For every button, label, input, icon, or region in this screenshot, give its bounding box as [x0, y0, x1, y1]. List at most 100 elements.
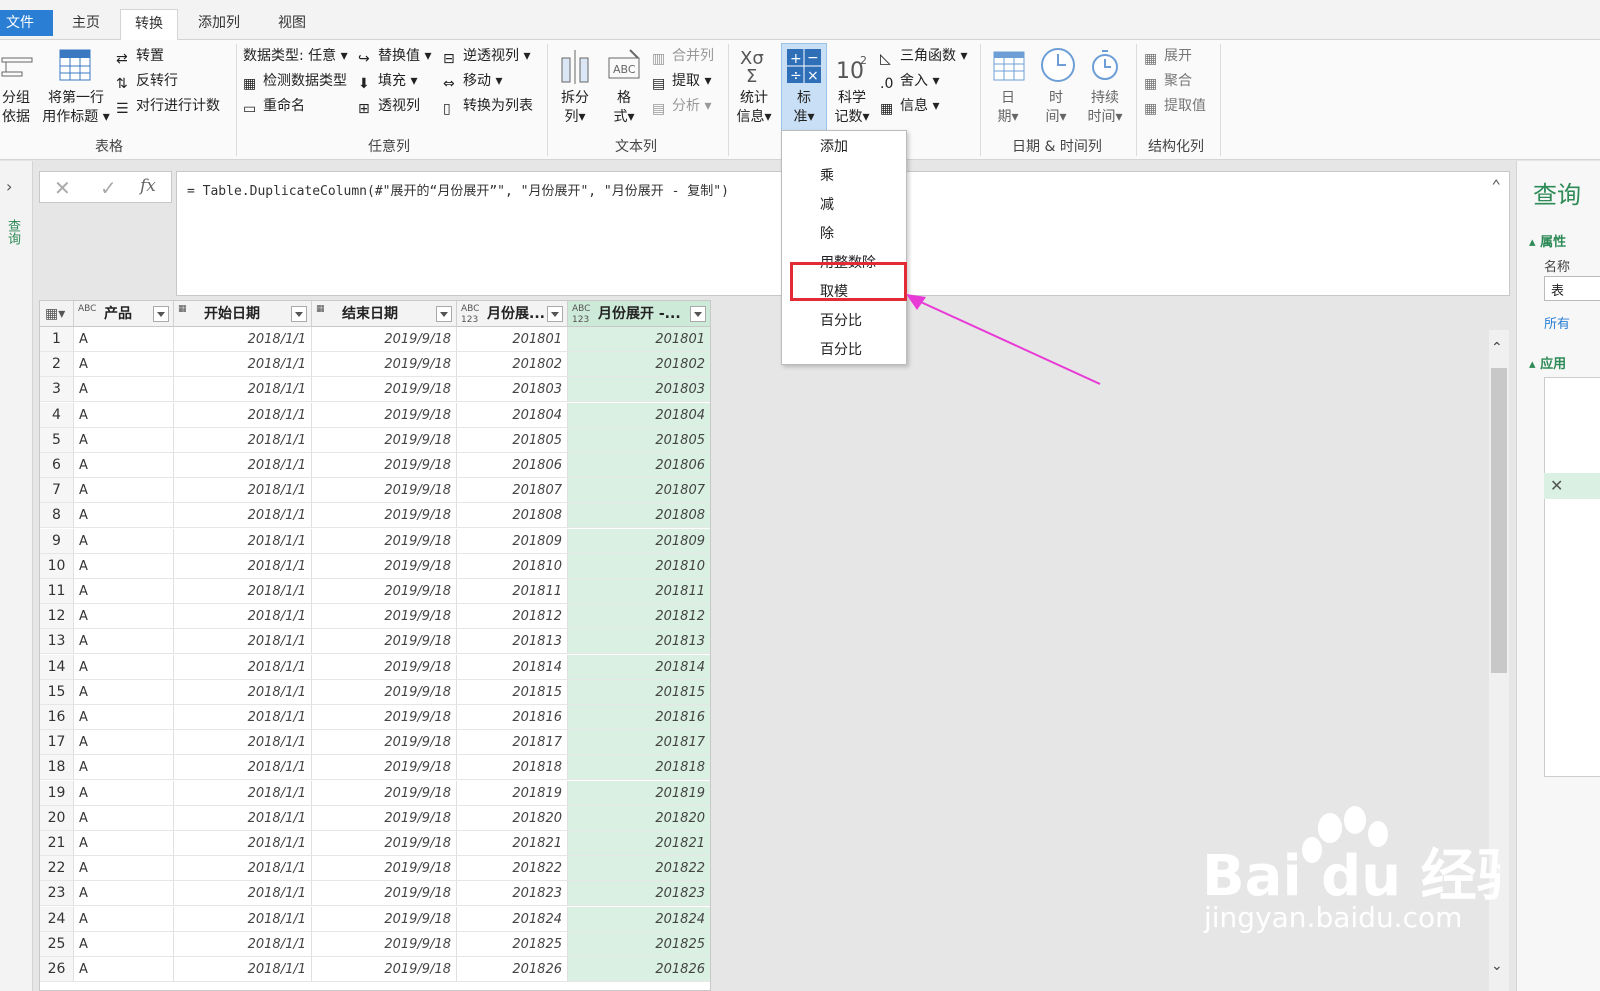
table-cell[interactable]: 201818: [457, 755, 568, 781]
table-cell[interactable]: 2018/1/1: [174, 931, 312, 957]
row-number[interactable]: 18: [40, 755, 74, 781]
table-cell[interactable]: 201811: [568, 579, 710, 604]
table-cell[interactable]: 2018/1/1: [174, 805, 312, 831]
queries-pane-label[interactable]: 查询: [3, 219, 22, 245]
row-number[interactable]: 15: [40, 679, 74, 705]
table-cell[interactable]: 201819: [457, 780, 568, 806]
fill-button[interactable]: ⬇ 填充 ▾: [358, 70, 417, 92]
table-cell[interactable]: A: [74, 579, 174, 604]
table-cell[interactable]: 201809: [568, 528, 710, 554]
table-cell[interactable]: 2018/1/1: [174, 503, 312, 529]
table-cell[interactable]: 201810: [568, 553, 710, 579]
table-cell[interactable]: 2018/1/1: [174, 654, 312, 680]
table-cell[interactable]: 2018/1/1: [174, 856, 312, 882]
table-cell[interactable]: 2019/9/18: [312, 831, 457, 856]
table-cell[interactable]: 2018/1/1: [174, 755, 312, 781]
rename-button[interactable]: ▭ 重命名: [243, 95, 305, 117]
table-cell[interactable]: A: [74, 528, 174, 554]
statistics-button[interactable]: 统计 信息▾: [734, 89, 774, 127]
table-cell[interactable]: 2018/1/1: [174, 427, 312, 453]
information-button[interactable]: ▦ 信息 ▾: [880, 95, 939, 117]
table-cell[interactable]: A: [74, 553, 174, 579]
menu-item[interactable]: 减: [782, 191, 906, 220]
tab-transform[interactable]: 转换: [120, 9, 178, 41]
table-cell[interactable]: 201803: [568, 377, 710, 403]
all-properties-link[interactable]: 所有: [1544, 313, 1570, 332]
to-list-button[interactable]: ▯ 转换为列表: [443, 95, 533, 117]
data-type-dropdown[interactable]: 数据类型: 任意 ▾: [243, 45, 348, 67]
table-cell[interactable]: 2018/1/1: [174, 629, 312, 655]
menu-item[interactable]: 添加: [782, 133, 906, 162]
table-cell[interactable]: 2019/9/18: [312, 705, 457, 730]
table-cell[interactable]: A: [74, 831, 174, 856]
table-menu-icon[interactable]: ▦▾: [40, 301, 74, 327]
tab-view[interactable]: 视图: [264, 9, 320, 40]
row-number[interactable]: 12: [40, 604, 74, 630]
row-number[interactable]: 3: [40, 377, 74, 403]
split-column-button[interactable]: 拆分 列▾: [557, 89, 593, 127]
rounding-button[interactable]: .0 舍入 ▾: [880, 70, 939, 92]
chevron-up-icon[interactable]: ⌃: [1491, 176, 1501, 195]
table-cell[interactable]: 201808: [568, 503, 710, 529]
row-number[interactable]: 26: [40, 957, 74, 982]
table-cell[interactable]: A: [74, 478, 174, 504]
table-cell[interactable]: 2018/1/1: [174, 402, 312, 428]
duration-button[interactable]: 持续 时间▾: [1082, 89, 1128, 127]
fx-icon[interactable]: fx: [140, 176, 156, 196]
format-button[interactable]: 格 式▾: [606, 89, 642, 127]
row-number[interactable]: 2: [40, 352, 74, 378]
confirm-icon[interactable]: ✓: [100, 176, 117, 200]
table-cell[interactable]: 2019/9/18: [312, 503, 457, 529]
table-cell[interactable]: A: [74, 654, 174, 680]
table-cell[interactable]: 2019/9/18: [312, 478, 457, 504]
table-cell[interactable]: 2018/1/1: [174, 679, 312, 705]
table-cell[interactable]: 201801: [457, 327, 568, 352]
table-cell[interactable]: 2018/1/1: [174, 881, 312, 907]
table-cell[interactable]: A: [74, 427, 174, 453]
column-header[interactable]: ABC 123 月份展...: [457, 301, 568, 327]
column-type-icon[interactable]: ABC 123: [572, 301, 594, 326]
table-cell[interactable]: A: [74, 755, 174, 781]
table-cell[interactable]: 2019/9/18: [312, 604, 457, 630]
table-cell[interactable]: A: [74, 327, 174, 352]
first-row-header-button[interactable]: 将第一行 用作标题 ▾: [40, 89, 112, 127]
table-cell[interactable]: 2018/1/1: [174, 377, 312, 403]
replace-values-button[interactable]: ↪ 替换值 ▾: [358, 45, 431, 67]
merge-columns-button[interactable]: ▥ 合并列: [652, 45, 714, 67]
table-cell[interactable]: A: [74, 856, 174, 882]
row-number[interactable]: 23: [40, 881, 74, 907]
tab-add-column[interactable]: 添加列: [184, 9, 254, 40]
expand-button[interactable]: ▦ 展开: [1144, 45, 1192, 67]
table-cell[interactable]: A: [74, 629, 174, 655]
table-cell[interactable]: 201821: [568, 831, 710, 856]
row-number[interactable]: 17: [40, 730, 74, 756]
table-cell[interactable]: A: [74, 503, 174, 529]
table-cell[interactable]: 201804: [457, 402, 568, 428]
table-cell[interactable]: 201814: [457, 654, 568, 680]
tab-home[interactable]: 主页: [58, 9, 114, 40]
reverse-rows-button[interactable]: ⇅ 反转行: [116, 70, 178, 92]
table-cell[interactable]: 2019/9/18: [312, 805, 457, 831]
table-cell[interactable]: 2018/1/1: [174, 352, 312, 378]
row-number[interactable]: 22: [40, 856, 74, 882]
row-number[interactable]: 4: [40, 402, 74, 428]
table-cell[interactable]: A: [74, 402, 174, 428]
table-cell[interactable]: 201809: [457, 528, 568, 554]
detect-type-button[interactable]: ▦ 检测数据类型: [243, 70, 347, 92]
column-header[interactable]: ▦ 开始日期: [174, 301, 312, 327]
table-cell[interactable]: 2019/9/18: [312, 906, 457, 932]
row-number[interactable]: 1: [40, 327, 74, 352]
table-cell[interactable]: 2019/9/18: [312, 755, 457, 781]
table-cell[interactable]: A: [74, 730, 174, 756]
table-cell[interactable]: 2019/9/18: [312, 553, 457, 579]
table-cell[interactable]: 201824: [568, 906, 710, 932]
table-cell[interactable]: 201805: [457, 427, 568, 453]
row-number[interactable]: 19: [40, 780, 74, 806]
scrollbar-thumb[interactable]: [1491, 368, 1507, 673]
row-number[interactable]: 13: [40, 629, 74, 655]
table-cell[interactable]: A: [74, 604, 174, 630]
row-number[interactable]: 21: [40, 831, 74, 856]
table-cell[interactable]: 201826: [457, 957, 568, 982]
table-cell[interactable]: 2019/9/18: [312, 402, 457, 428]
column-type-icon[interactable]: ▦: [316, 301, 338, 315]
